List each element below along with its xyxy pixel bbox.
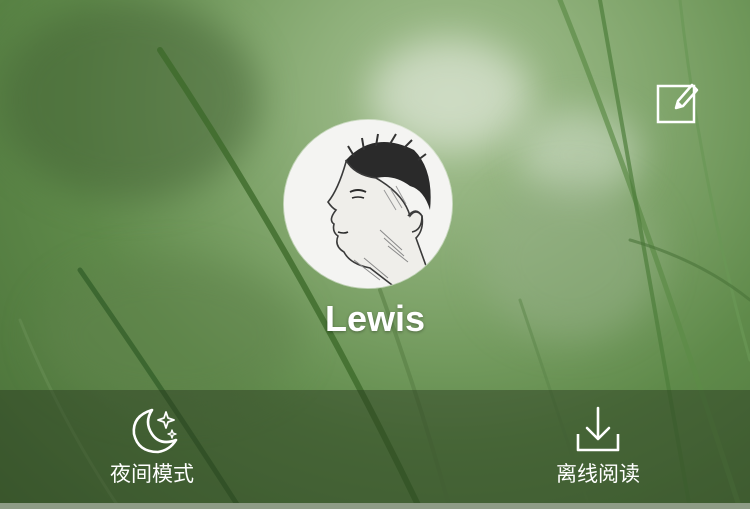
offline-read-label: 离线阅读 [556,462,640,486]
download-icon [518,404,678,454]
username: Lewis [324,298,426,339]
night-mode-label: 夜间模式 [110,462,194,486]
avatar[interactable] [284,120,452,288]
offline-read-button[interactable]: 离线阅读 [518,390,678,503]
moon-stars-icon [72,404,232,454]
night-mode-button[interactable]: 夜间模式 [72,390,232,503]
bottom-edge-strip [0,503,750,509]
avatar-sketch-portrait [284,120,452,288]
profile-screen: Lewis 夜间模式 离线阅读 [0,0,750,509]
edit-icon [656,83,699,124]
bottom-action-bar: 夜间模式 离线阅读 [0,390,750,503]
edit-button[interactable] [656,80,700,124]
